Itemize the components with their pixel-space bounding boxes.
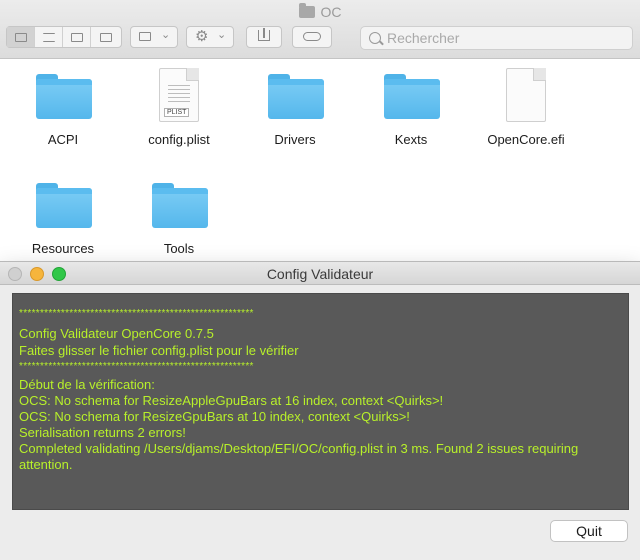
console-line: ****************************************… — [19, 308, 254, 319]
folder-icon — [36, 183, 92, 228]
file-item-acpi[interactable]: ACPI — [8, 66, 118, 150]
console-line: OCS: No schema for ResizeGpuBars at 10 i… — [19, 409, 410, 424]
file-item-kexts[interactable]: Kexts — [356, 66, 466, 150]
folder-icon — [268, 74, 324, 119]
search-field[interactable]: Rechercher — [360, 26, 633, 50]
columns-icon — [70, 32, 83, 42]
console-line: Serialisation returns 2 errors! — [19, 425, 186, 440]
folder-title-icon — [298, 3, 315, 18]
quit-button[interactable]: Quit — [550, 520, 628, 542]
window-title: OC — [0, 3, 640, 20]
console-line: ****************************************… — [19, 361, 254, 372]
file-label: Resources — [31, 241, 95, 256]
list-icon — [42, 32, 55, 42]
list-view-button[interactable] — [35, 27, 63, 47]
gear-icon: ⚙ — [195, 28, 209, 45]
finder-toolbar: OC ⌄ ⚙ ⌄ Rechercher — [0, 0, 640, 59]
group-by-button[interactable]: ⌄ — [130, 26, 178, 48]
folder-icon — [384, 74, 440, 119]
file-label: ACPI — [47, 132, 79, 147]
tag-icon — [303, 32, 321, 41]
column-view-button[interactable] — [63, 27, 91, 47]
search-icon — [369, 32, 381, 44]
console-line: Faites glisser le fichier config.plist p… — [19, 343, 299, 358]
action-button[interactable]: ⚙ ⌄ — [186, 26, 234, 48]
gallery-view-button[interactable] — [91, 27, 121, 47]
file-label: Tools — [163, 241, 195, 256]
gallery-icon — [100, 32, 112, 42]
validator-titlebar: Config Validateur — [0, 262, 640, 285]
file-item-opencore-efi[interactable]: OpenCore.efi — [471, 66, 581, 150]
grid-icon — [14, 32, 27, 42]
view-mode-segmented[interactable] — [6, 26, 122, 48]
validator-title: Config Validateur — [266, 266, 374, 282]
console-line: OCS: No schema for ResizeAppleGpuBars at… — [19, 393, 444, 408]
chevron-down-icon: ⌄ — [217, 29, 227, 41]
file-label: config.plist — [148, 132, 210, 147]
file-item-config-plist[interactable]: PLIST config.plist — [124, 66, 234, 150]
icon-view-button[interactable] — [7, 27, 35, 47]
console-line: Completed validating /Users/djams/Deskto… — [19, 441, 579, 456]
file-icon — [506, 68, 546, 122]
folder-icon — [36, 74, 92, 119]
file-label: Kexts — [394, 132, 428, 147]
tag-button[interactable] — [292, 26, 332, 48]
plist-file-icon: PLIST — [159, 68, 199, 122]
file-label: Drivers — [274, 132, 316, 147]
window-title-label: OC — [320, 4, 342, 20]
folder-icon — [152, 183, 208, 228]
chevron-down-icon: ⌄ — [161, 29, 171, 41]
search-placeholder: Rechercher — [387, 30, 460, 46]
file-item-tools[interactable]: Tools — [124, 175, 234, 259]
output-console[interactable]: ****************************************… — [12, 293, 629, 510]
group-icon — [139, 32, 151, 41]
plist-badge: PLIST — [164, 108, 190, 117]
console-line: Config Validateur OpenCore 0.7.5 — [19, 326, 214, 341]
validator-window: Config Validateur **********************… — [0, 262, 640, 560]
console-line: Début de la vérification: — [19, 377, 155, 392]
file-item-resources[interactable]: Resources — [8, 175, 118, 259]
file-label: OpenCore.efi — [487, 132, 565, 147]
share-button[interactable] — [246, 26, 282, 48]
file-item-drivers[interactable]: Drivers — [240, 66, 350, 150]
console-line: attention. — [19, 457, 73, 472]
